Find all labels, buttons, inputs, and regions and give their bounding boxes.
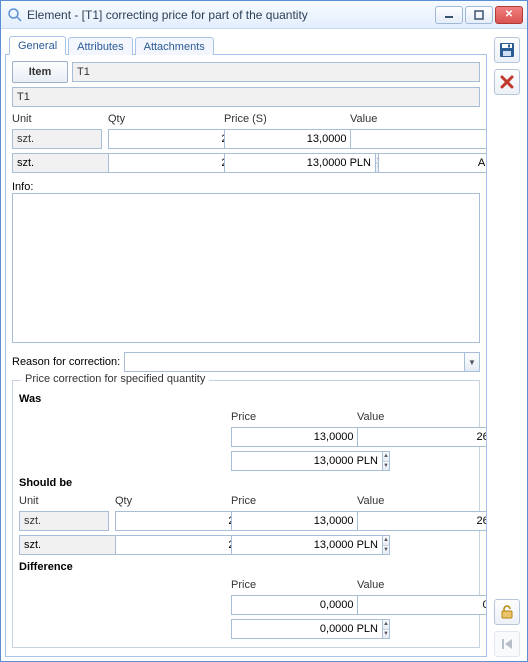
info-textarea[interactable] <box>12 193 480 343</box>
x-icon <box>499 74 515 90</box>
unit2-combo[interactable]: ▼ <box>12 153 102 173</box>
sb-price1-spinner[interactable]: ▲▼ <box>231 511 351 531</box>
was-label: Was <box>19 393 473 405</box>
diff-value-spinner[interactable]: ▲▼ <box>357 595 487 615</box>
was-price-header: Price <box>231 411 351 423</box>
item-name-input[interactable] <box>12 87 480 107</box>
sb-unit2-combo[interactable]: ▼ <box>19 535 109 555</box>
diff-price-header: Price <box>231 579 351 591</box>
delete-button[interactable] <box>494 69 520 95</box>
price1-spinner[interactable]: ▲▼ <box>224 129 344 149</box>
difference-label: Difference <box>19 561 473 573</box>
window-title: Element - [T1] correcting price for part… <box>27 8 435 22</box>
item-button[interactable]: Item <box>12 61 68 83</box>
tab-general[interactable]: General <box>9 36 66 55</box>
previous-button <box>494 631 520 657</box>
unlock-button[interactable] <box>494 599 520 625</box>
prev-icon <box>499 636 515 652</box>
sb-price2-spinner[interactable]: ▲▼ <box>231 535 351 555</box>
tab-attributes[interactable]: Attributes <box>68 37 132 55</box>
unit1-input[interactable] <box>12 129 102 149</box>
unit-header: Unit <box>12 113 102 125</box>
diff-price1-spinner[interactable]: ▲▼ <box>231 595 351 615</box>
qty1-spinner[interactable]: ▲▼ <box>108 129 218 149</box>
magnifier-icon <box>7 7 23 23</box>
unlock-icon <box>499 604 515 620</box>
vat-spinner[interactable]: ▲▼ <box>378 153 487 173</box>
was-value-header: Value <box>357 411 487 423</box>
side-toolbar <box>491 33 523 657</box>
price-correction-group: Price correction for specified quantity … <box>12 380 480 648</box>
sb-unit-header: Unit <box>19 495 109 507</box>
info-label: Info: <box>12 181 480 193</box>
price-correction-legend: Price correction for specified quantity <box>21 373 209 385</box>
titlebar: Element - [T1] correcting price for part… <box>1 1 527 29</box>
qty-header: Qty <box>108 113 218 125</box>
minimize-button[interactable] <box>435 6 463 24</box>
price-s-header: Price (S) <box>224 113 344 125</box>
reason-combo[interactable]: ▼ <box>124 352 480 372</box>
sb-qty-header: Qty <box>115 495 225 507</box>
save-button[interactable] <box>494 37 520 63</box>
sb-value-header: Value <box>357 495 487 507</box>
was-price2-spinner[interactable]: ▲▼ <box>231 451 351 471</box>
diff-price2-spinner[interactable]: ▲▼ <box>231 619 351 639</box>
was-value-spinner[interactable]: ▲▼ <box>357 427 487 447</box>
close-button[interactable]: ✕ <box>495 6 523 24</box>
floppy-icon <box>499 42 515 58</box>
diff-value-header: Value <box>357 579 487 591</box>
sb-price-header: Price <box>231 495 351 507</box>
was-price1-spinner[interactable]: ▲▼ <box>231 427 351 447</box>
value-header: Value <box>350 113 487 125</box>
maximize-button[interactable] <box>465 6 493 24</box>
price2-spinner[interactable]: ▲▼ <box>224 153 344 173</box>
sb-qty1-spinner[interactable]: ▲▼ <box>115 511 225 531</box>
tab-attachments[interactable]: Attachments <box>135 37 214 55</box>
item-code-input[interactable] <box>72 62 480 82</box>
sb-unit1-input[interactable] <box>19 511 109 531</box>
shouldbe-label: Should be <box>19 477 473 489</box>
tab-strip: General Attributes Attachments <box>5 33 487 55</box>
value1-spinner[interactable]: ▲▼ <box>350 129 487 149</box>
element-window: Element - [T1] correcting price for part… <box>0 0 528 662</box>
sb-qty2-spinner[interactable]: ▲▼ <box>115 535 225 555</box>
qty2-spinner[interactable]: ▲▼ <box>108 153 218 173</box>
reason-label: Reason for correction: <box>12 356 120 368</box>
general-panel: Item Unit Qty Price (S) Value ▲▼ ▲▼ ▲▼ ▼ <box>5 55 487 657</box>
sb-value-spinner[interactable]: ▲▼ <box>357 511 487 531</box>
